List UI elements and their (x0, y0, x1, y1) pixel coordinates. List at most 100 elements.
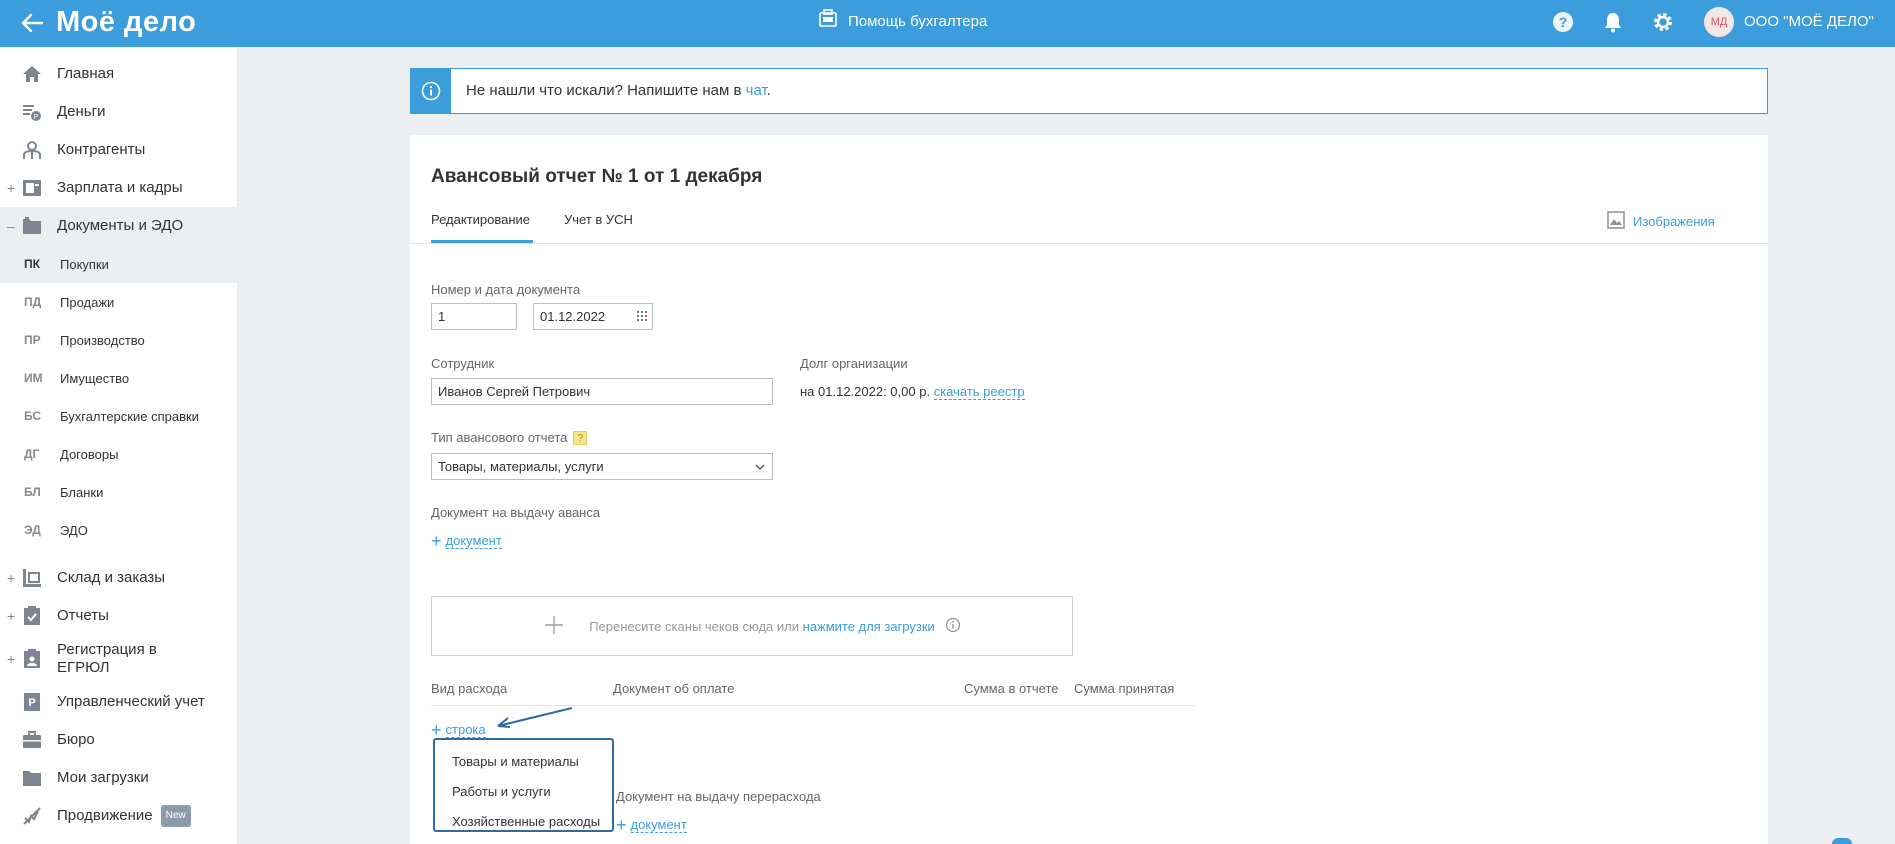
expand-icon[interactable]: + (7, 608, 15, 624)
expand-icon[interactable]: + (7, 651, 15, 667)
sidebar-item-documents[interactable]: – Документы и ЭДО (0, 207, 237, 245)
sidebar-item-label: Бюро (57, 731, 95, 748)
subitem-label: Имущество (60, 370, 130, 386)
salary-icon (21, 177, 43, 199)
report-type-select[interactable]: Товары, материалы, услуги (431, 453, 773, 480)
sidebar-subitem-property[interactable]: ИМ Имущество (0, 359, 237, 397)
svg-text:P: P (28, 697, 35, 709)
chat-widget-button[interactable] (1832, 838, 1852, 844)
sidebar-item-label: Регистрация в ЕГРЮЛ (57, 641, 157, 676)
gear-icon[interactable] (1651, 10, 1675, 34)
bell-icon[interactable] (1601, 10, 1625, 34)
sidebar-item-salary[interactable]: + Зарплата и кадры (0, 169, 237, 207)
document-date-input[interactable]: 01.12.2022 (533, 303, 653, 330)
sidebar-subitem-edo[interactable]: ЭД ЭДО (0, 511, 237, 549)
promotion-icon (21, 805, 43, 827)
sidebar-item-label: Деньги (57, 103, 106, 120)
sidebar-item-management[interactable]: P Управленческий учет (0, 683, 237, 721)
sidebar-item-label: Контрагенты (57, 141, 146, 158)
upload-link[interactable]: нажмите для загрузки (803, 619, 935, 634)
sidebar-item-registration[interactable]: + Регистрация в ЕГРЮЛ (0, 635, 237, 683)
top-bar: Моё дело Помощь бухгалтера ? МД ООО "МОЁ… (0, 0, 1895, 47)
sidebar-subitem-contracts[interactable]: ДГ Договоры (0, 435, 237, 473)
column-accepted-sum: Сумма принятая (1074, 681, 1175, 696)
expand-icon[interactable]: + (7, 570, 15, 586)
sidebar-item-bureau[interactable]: Бюро (0, 721, 237, 759)
chat-link[interactable]: чат (746, 82, 767, 99)
briefcase-icon (21, 729, 43, 751)
add-overspend-document-button[interactable]: + документ (616, 815, 687, 836)
employee-label: Сотрудник (431, 356, 495, 371)
subitem-label: Договоры (60, 446, 119, 462)
logo[interactable]: Моё дело (56, 6, 196, 39)
add-advance-document-button[interactable]: + документ (431, 531, 502, 552)
sidebar-subitem-sales[interactable]: ПД Продажи (0, 283, 237, 321)
subitem-abbr: ПР (24, 333, 41, 347)
accountant-help-icon (818, 9, 838, 33)
dropdown-option-services[interactable]: Работы и услуги (452, 784, 551, 799)
download-registry-link[interactable]: скачать реестр (933, 384, 1025, 400)
plus-icon (543, 614, 565, 639)
dropdown-option-goods[interactable]: Товары и материалы (452, 754, 579, 769)
tabs-divider (410, 243, 1768, 244)
sidebar-subitem-forms[interactable]: БЛ Бланки (0, 473, 237, 511)
sidebar-subitem-purchases[interactable]: ПК Покупки (0, 245, 237, 283)
help-icon[interactable]: ? (1551, 10, 1575, 34)
sidebar-item-warehouse[interactable]: + Склад и заказы (0, 559, 237, 597)
tab-editing[interactable]: Редактирование (431, 212, 530, 227)
image-icon (1607, 211, 1625, 232)
avatar[interactable]: МД (1704, 7, 1734, 37)
scan-dropzone[interactable]: Перенесите сканы чеков сюда или нажмите … (431, 596, 1073, 656)
document-number-input[interactable]: 1 (431, 303, 517, 330)
dropzone-text: Перенесите сканы чеков сюда или нажмите … (589, 618, 935, 634)
subitem-label: Бухгалтерские справки (60, 408, 199, 424)
document-card: Авансовый отчет № 1 от 1 декабря Редакти… (410, 135, 1768, 844)
tab-usn[interactable]: Учет в УСН (564, 212, 633, 227)
info-banner: Не нашли что искали? Напишите нам в чат. (410, 68, 1768, 114)
column-payment-document: Документ об оплате (613, 681, 735, 696)
svg-text:?: ? (1559, 14, 1568, 30)
folder-icon (21, 215, 43, 237)
money-icon: P (21, 101, 43, 123)
calendar-icon[interactable] (636, 310, 648, 322)
expense-type-dropdown: Товары и материалы Работы и услуги Хозяй… (433, 738, 614, 832)
registration-icon (21, 648, 43, 670)
employee-input[interactable]: Иванов Сергей Петрович (431, 378, 773, 405)
back-arrow-icon[interactable] (18, 9, 46, 37)
new-badge: New (160, 805, 191, 827)
sidebar-item-money[interactable]: P Деньги (0, 93, 237, 131)
org-name[interactable]: ООО "МОЁ ДЕЛО" (1744, 13, 1874, 30)
sidebar-item-label: Зарплата и кадры (57, 179, 183, 196)
number-date-label: Номер и дата документа (431, 282, 581, 297)
sidebar-subitem-production[interactable]: ПР Производство (0, 321, 237, 359)
subitem-abbr: ИМ (24, 371, 43, 385)
info-icon (411, 69, 451, 113)
help-hint-icon[interactable]: ? (573, 431, 588, 445)
collapse-icon[interactable]: – (7, 218, 15, 234)
sidebar-subitem-accounting-notes[interactable]: БС Бухгалтерские справки (0, 397, 237, 435)
subitem-abbr: ЭД (24, 523, 41, 537)
subitem-label: Производство (60, 332, 145, 348)
sidebar-item-label: Управленческий учет (57, 693, 205, 710)
dropdown-option-household[interactable]: Хозяйственные расходы (452, 814, 600, 829)
advance-document-label: Документ на выдачу аванса (431, 505, 601, 520)
subitem-abbr: ПК (24, 257, 40, 271)
sidebar-item-promotion[interactable]: Продвижение New (0, 797, 237, 835)
debt-info: на 01.12.2022: 0,00 р. скачать реестр (800, 384, 1025, 400)
sidebar-item-home[interactable]: Главная (0, 55, 237, 93)
subitem-abbr: ДГ (24, 447, 40, 461)
plus-icon: + (431, 531, 442, 551)
sidebar-item-label: Документы и ЭДО (57, 217, 184, 234)
subitem-abbr: ПД (24, 295, 42, 309)
sidebar: Главная P Деньги Контрагенты + Зарплата … (0, 47, 237, 844)
help-center-link[interactable]: Помощь бухгалтера (818, 9, 987, 33)
sidebar-item-reports[interactable]: + Отчеты (0, 597, 237, 635)
sidebar-item-contractors[interactable]: Контрагенты (0, 131, 237, 169)
subitem-abbr: БЛ (24, 485, 41, 499)
info-icon[interactable] (945, 617, 961, 636)
expand-icon[interactable]: + (7, 180, 15, 196)
sidebar-item-downloads[interactable]: Мои загрузки (0, 759, 237, 797)
overspend-document-label: Документ на выдачу перерасхода (616, 789, 821, 804)
images-link[interactable]: Изображения (1607, 211, 1715, 232)
annotation-arrow-icon (497, 707, 573, 728)
